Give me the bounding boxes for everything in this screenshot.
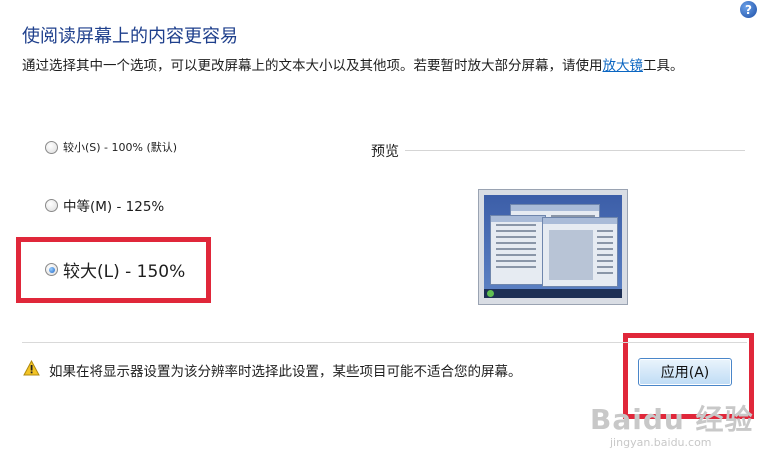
watermark-logo: Baidu 经验 — [590, 403, 754, 436]
page-description: 通过选择其中一个选项，可以更改屏幕上的文本大小以及其他项。若要暂时放大部分屏幕，… — [22, 56, 752, 76]
option-medium[interactable]: 中等(M) - 125% — [45, 195, 164, 215]
warning-text: 如果在将显示器设置为该分辨率时选择此设置，某些项目可能不适合您的屏幕。 — [49, 364, 522, 380]
description-text: 通过选择其中一个选项，可以更改屏幕上的文本大小以及其他项。若要暂时放大部分屏幕，… — [22, 58, 603, 74]
preview-image — [478, 189, 628, 305]
footer-divider — [22, 342, 747, 343]
preview-window-front — [542, 217, 618, 287]
preview-screen — [484, 195, 622, 298]
help-icon: ? — [745, 2, 752, 17]
apply-button[interactable]: 应用(A) — [638, 358, 732, 386]
option-small[interactable]: 较小(S) - 100% (默认) — [45, 139, 177, 155]
warning-icon — [23, 360, 40, 376]
highlight-large-option — [16, 237, 211, 303]
page-title: 使阅读屏幕上的内容更容易 — [22, 26, 238, 47]
start-orb-icon — [487, 290, 494, 297]
watermark: Baidu 经验 jingyan.baidu.com — [590, 398, 754, 449]
preview-window-left — [490, 215, 546, 285]
radio-medium[interactable] — [45, 198, 58, 212]
description-suffix: 工具。 — [643, 58, 684, 74]
help-button[interactable]: ? — [740, 1, 757, 18]
preview-label: 预览 — [371, 144, 399, 160]
preview-taskbar — [484, 289, 622, 298]
radio-small[interactable] — [45, 140, 58, 154]
option-medium-label: 中等(M) - 125% — [63, 199, 165, 215]
magnifier-link[interactable]: 放大镜 — [603, 58, 644, 74]
preview-divider — [405, 150, 745, 151]
option-small-label: 较小(S) - 100% (默认) — [63, 141, 178, 154]
